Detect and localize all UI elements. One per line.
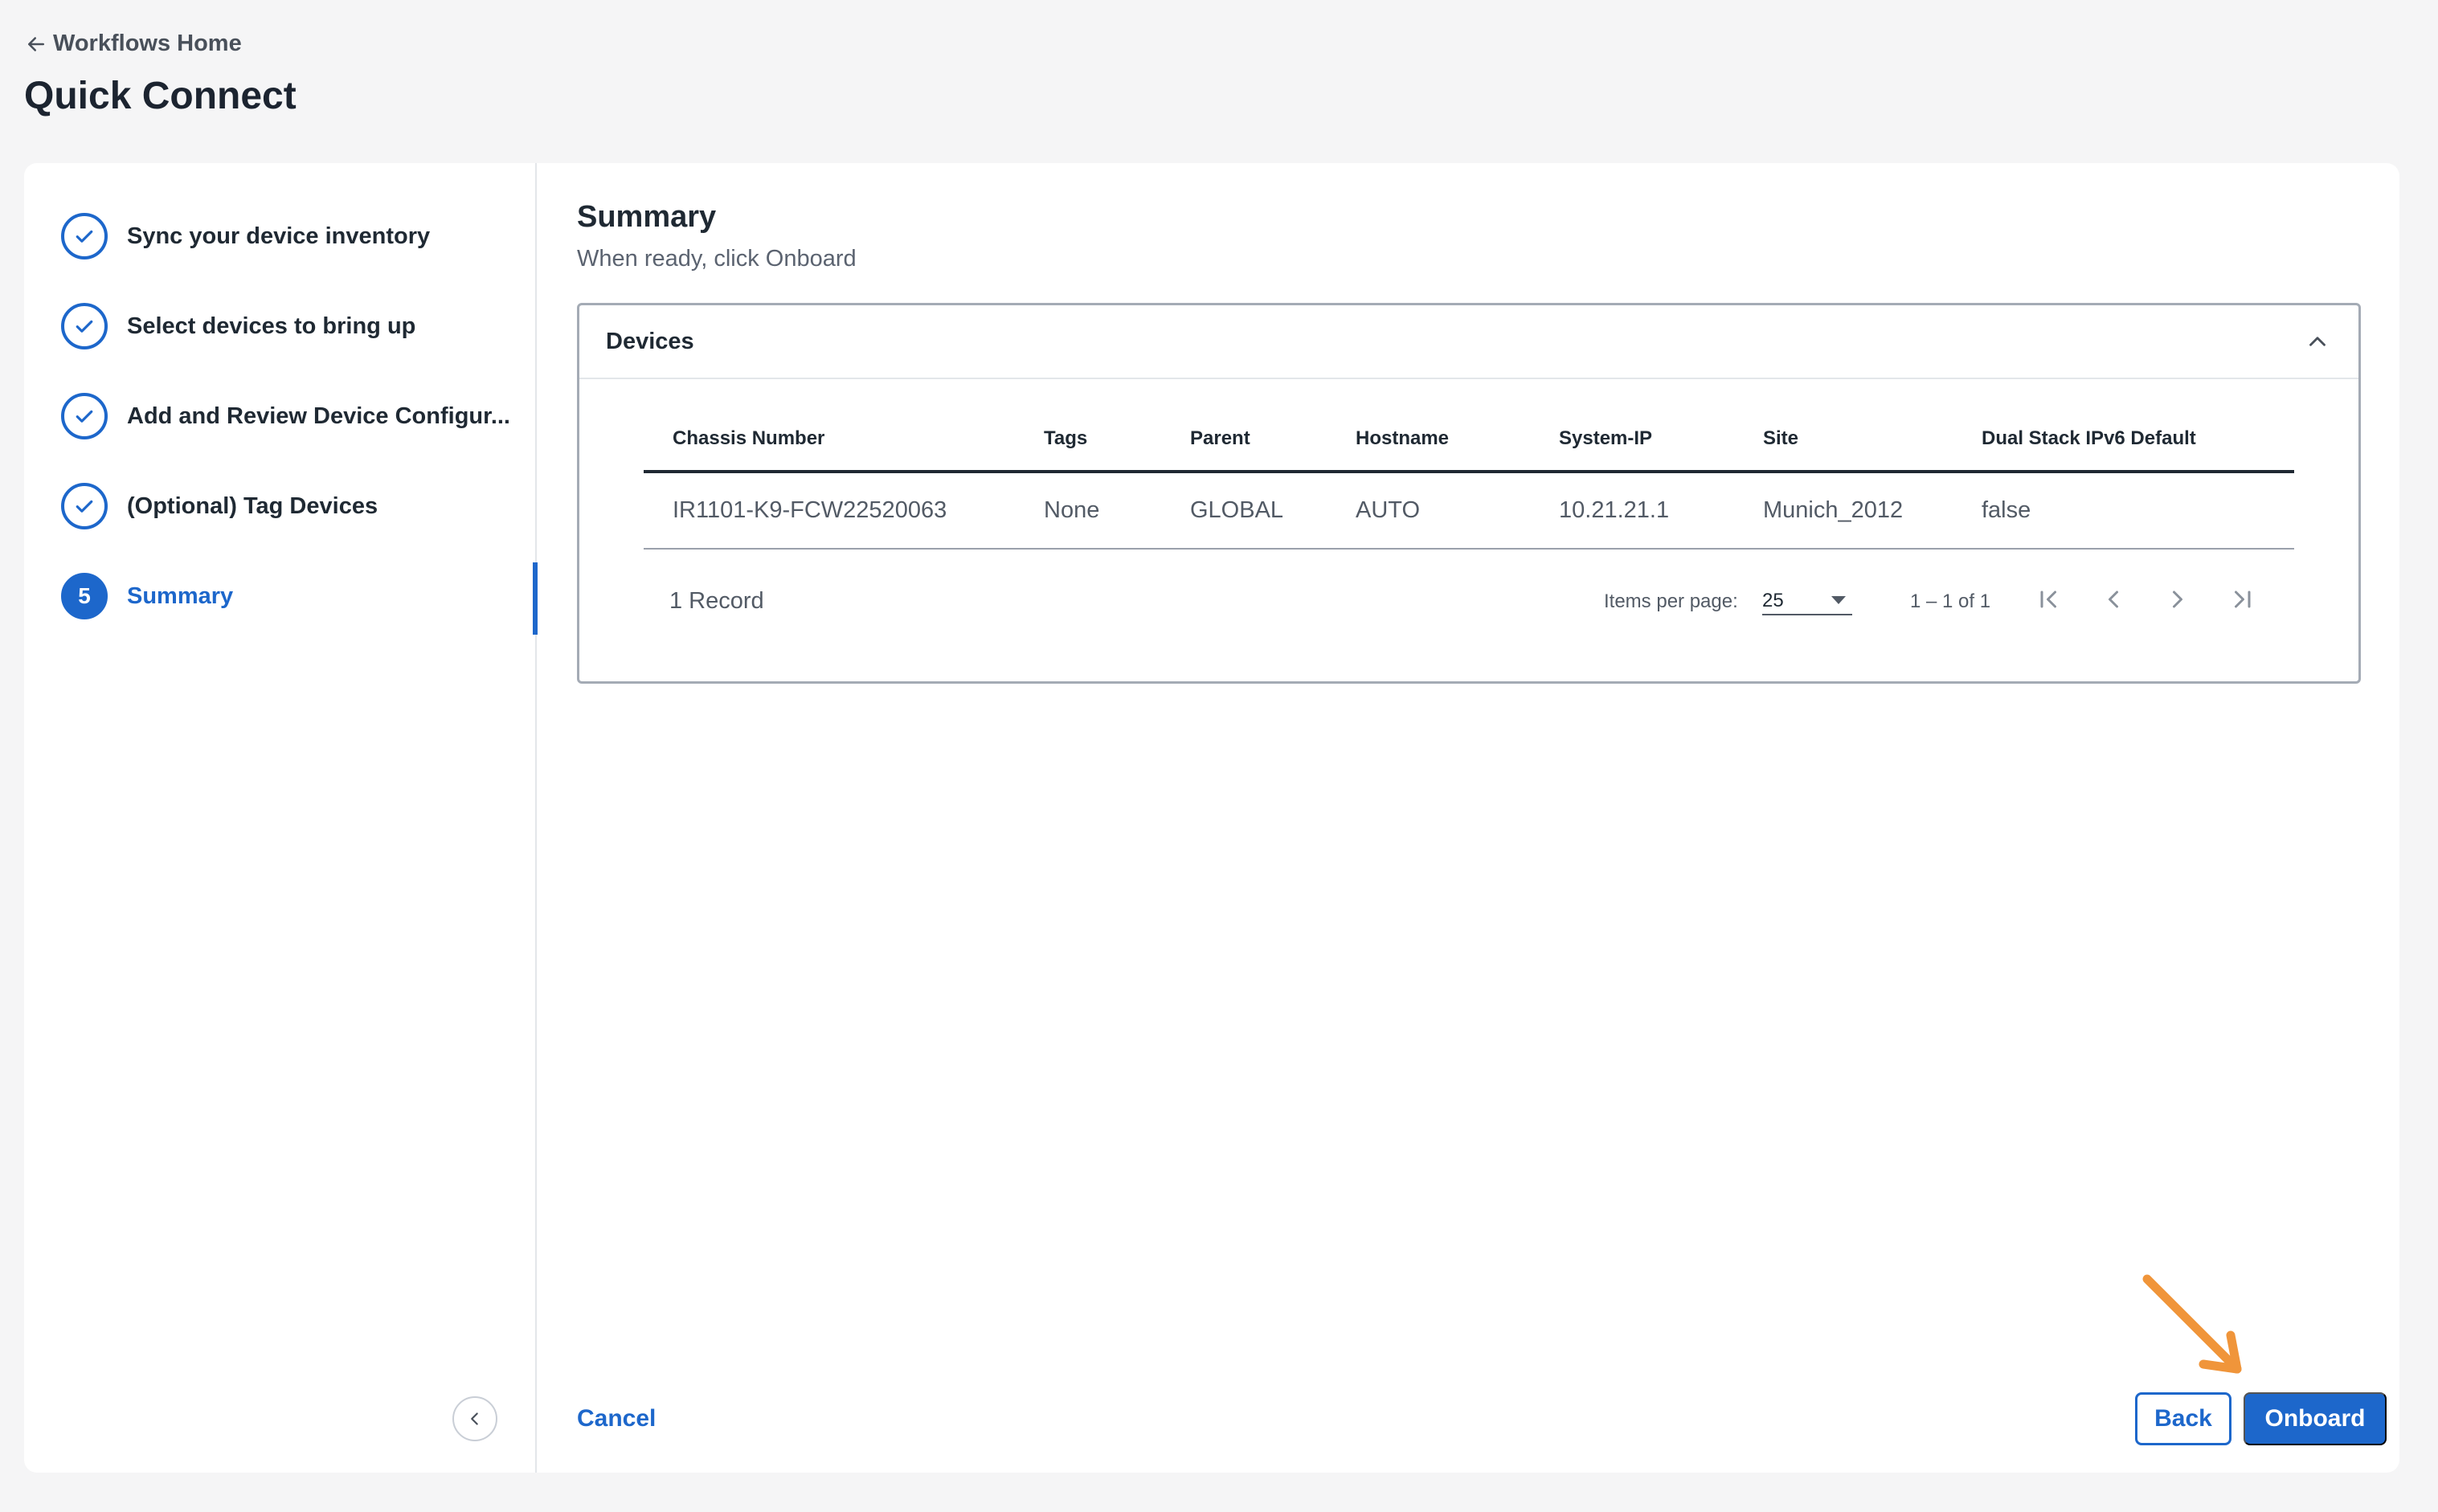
active-step-indicator bbox=[533, 562, 538, 635]
column-header[interactable]: Parent bbox=[1161, 407, 1327, 473]
step-tag-devices[interactable]: (Optional) Tag Devices bbox=[61, 483, 378, 529]
table-cell: false bbox=[1953, 472, 2294, 550]
arrow-left-icon bbox=[28, 36, 44, 51]
step-number-badge: 5 bbox=[61, 573, 108, 619]
workflows-home-link[interactable]: Workflows Home bbox=[24, 31, 242, 57]
annotation-arrow-icon bbox=[2142, 1274, 2242, 1374]
page-range: 1 – 1 of 1 bbox=[1910, 590, 1991, 612]
check-icon bbox=[61, 393, 108, 439]
step-label: Select devices to bring up bbox=[127, 313, 416, 339]
step-label: Sync your device inventory bbox=[127, 223, 431, 249]
steps-sidebar: Sync your device inventory Select device… bbox=[24, 163, 538, 1473]
table-header-row: Chassis Number Tags Parent Hostname Syst… bbox=[644, 407, 2294, 473]
table-cell: 10.21.21.1 bbox=[1530, 472, 1734, 550]
column-header[interactable]: Hostname bbox=[1327, 407, 1530, 473]
caret-down-icon bbox=[1831, 596, 1846, 604]
back-button[interactable]: Back bbox=[2135, 1392, 2231, 1445]
table-pagination: 1 Record Items per page: 25 1 – 1 of 1 bbox=[644, 578, 2294, 627]
back-link-label[interactable]: Workflows Home bbox=[53, 31, 242, 57]
collapse-sidebar-button[interactable] bbox=[452, 1396, 497, 1441]
step-summary[interactable]: 5 Summary bbox=[61, 573, 233, 619]
table-row[interactable]: IR1101-K9-FCW22520063 None GLOBAL AUTO 1… bbox=[644, 472, 2294, 550]
column-header[interactable]: Tags bbox=[1015, 407, 1161, 473]
column-header[interactable]: Dual Stack IPv6 Default bbox=[1953, 407, 2294, 473]
table-cell: Munich_2012 bbox=[1734, 472, 1953, 550]
last-page-button[interactable] bbox=[2224, 582, 2260, 617]
chevron-up-icon[interactable] bbox=[2304, 328, 2331, 355]
devices-table: Chassis Number Tags Parent Hostname Syst… bbox=[644, 407, 2294, 550]
check-icon bbox=[61, 303, 108, 349]
column-header[interactable]: System-IP bbox=[1530, 407, 1734, 473]
record-count: 1 Record bbox=[669, 588, 764, 614]
devices-panel-header[interactable]: Devices bbox=[579, 305, 2358, 379]
chevron-right-icon bbox=[2173, 590, 2182, 608]
step-device-configuration[interactable]: Add and Review Device Configur... bbox=[61, 393, 510, 439]
cancel-button[interactable]: Cancel bbox=[577, 1405, 656, 1432]
first-page-button[interactable] bbox=[2031, 582, 2067, 617]
first-page-icon bbox=[2040, 590, 2056, 608]
devices-panel-title: Devices bbox=[606, 328, 694, 354]
step-label: (Optional) Tag Devices bbox=[127, 492, 378, 519]
check-icon bbox=[61, 483, 108, 529]
onboard-button[interactable]: Onboard bbox=[2244, 1392, 2387, 1445]
step-select-devices[interactable]: Select devices to bring up bbox=[61, 303, 415, 349]
table-cell: AUTO bbox=[1327, 472, 1530, 550]
table-cell: IR1101-K9-FCW22520063 bbox=[644, 472, 1015, 550]
next-page-button[interactable] bbox=[2160, 582, 2195, 617]
previous-page-button[interactable] bbox=[2096, 582, 2131, 617]
items-per-page-label: Items per page: bbox=[1604, 590, 1738, 612]
workflow-card: Sync your device inventory Select device… bbox=[24, 163, 2399, 1473]
summary-title: Summary bbox=[577, 200, 717, 234]
step-sync-inventory[interactable]: Sync your device inventory bbox=[61, 213, 430, 259]
items-per-page-select[interactable]: 25 bbox=[1762, 580, 1852, 615]
column-header[interactable]: Site bbox=[1734, 407, 1953, 473]
table-cell: None bbox=[1015, 472, 1161, 550]
table-cell: GLOBAL bbox=[1161, 472, 1327, 550]
summary-subtitle: When ready, click Onboard bbox=[577, 246, 857, 272]
check-icon bbox=[61, 213, 108, 259]
chevron-left-icon bbox=[471, 1412, 478, 1425]
column-header[interactable]: Chassis Number bbox=[644, 407, 1015, 473]
main-content: Summary When ready, click Onboard Device… bbox=[577, 163, 2387, 1473]
step-label: Add and Review Device Configur... bbox=[127, 403, 510, 429]
items-per-page-value: 25 bbox=[1762, 590, 1784, 611]
chevron-left-icon bbox=[2109, 590, 2118, 608]
devices-panel: Devices Chassis Number Tags Parent Hostn… bbox=[577, 303, 2361, 684]
last-page-icon bbox=[2235, 590, 2251, 608]
step-label: Summary bbox=[127, 582, 234, 609]
page-title: Quick Connect bbox=[24, 75, 297, 117]
